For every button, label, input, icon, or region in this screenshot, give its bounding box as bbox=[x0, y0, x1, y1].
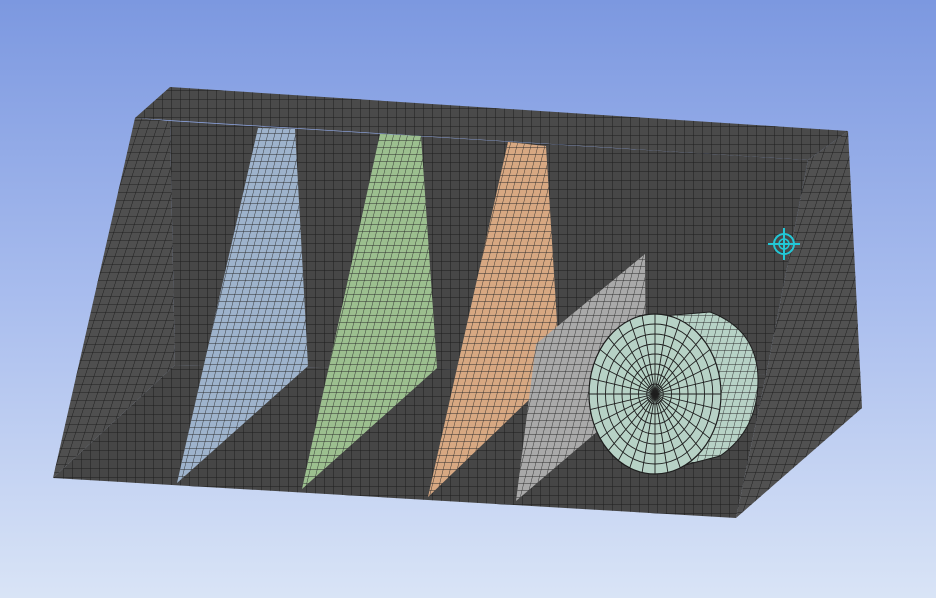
graphics-viewport[interactable] bbox=[0, 0, 936, 598]
mesh-view bbox=[53, 87, 862, 518]
